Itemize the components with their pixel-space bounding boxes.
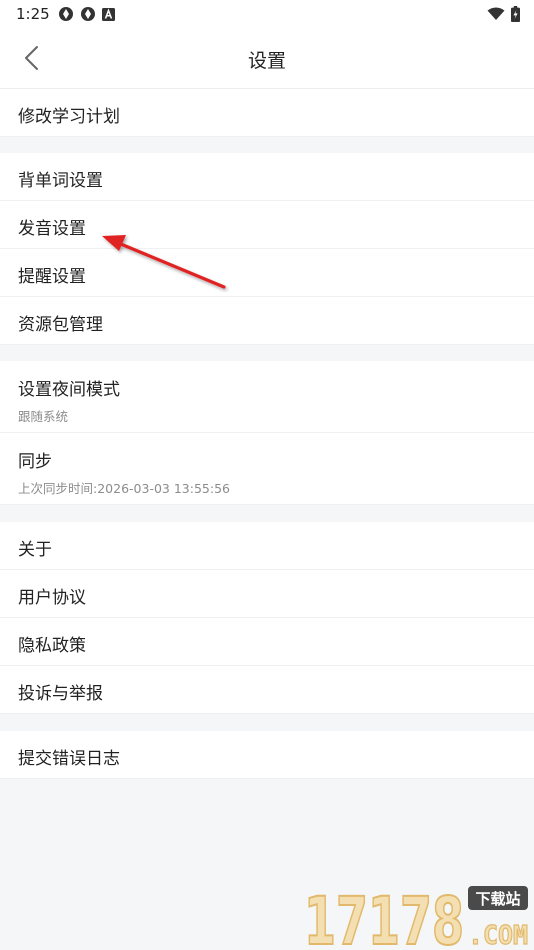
status-bar: 1:25 — [0, 0, 534, 28]
watermark-logo: 17178 下载站 .COM — [304, 884, 529, 948]
settings-item-label: 修改学习计划 — [18, 107, 120, 127]
settings-item-word-settings[interactable]: 背单词设置 — [0, 153, 534, 201]
watermark-number: 17178 — [304, 884, 464, 948]
settings-item-label: 投诉与举报 — [18, 684, 103, 704]
vpn-icon — [81, 7, 95, 21]
battery-charging-icon — [511, 6, 520, 22]
settings-item-subtitle: 跟随系统 — [18, 409, 69, 424]
settings-item-privacy-policy[interactable]: 隐私政策 — [0, 618, 534, 666]
settings-item-report[interactable]: 投诉与举报 — [0, 666, 534, 714]
settings-item-about[interactable]: 关于 — [0, 522, 534, 570]
settings-item-label: 资源包管理 — [18, 315, 103, 335]
settings-item-resource-packs[interactable]: 资源包管理 — [0, 297, 534, 345]
settings-item-study-plan[interactable]: 修改学习计划 — [0, 89, 534, 137]
vpn-icon — [59, 7, 73, 21]
settings-item-user-agreement[interactable]: 用户协议 — [0, 570, 534, 618]
status-icons-left — [58, 6, 115, 22]
settings-item-label: 用户协议 — [18, 588, 86, 608]
settings-item-subtitle: 上次同步时间:2026-03-03 13:55:56 — [18, 481, 230, 496]
settings-item-sync[interactable]: 同步 上次同步时间:2026-03-03 13:55:56 — [0, 433, 534, 505]
settings-item-label: 关于 — [18, 540, 52, 560]
settings-item-label: 背单词设置 — [18, 171, 103, 191]
watermark-badge: 下载站 — [475, 890, 520, 908]
settings-item-pronunciation[interactable]: 发音设置 — [0, 201, 534, 249]
page-title: 设置 — [247, 50, 286, 72]
settings-item-submit-log[interactable]: 提交错误日志 — [0, 731, 534, 779]
nav-bar: 设置 — [0, 28, 534, 89]
settings-item-label: 隐私政策 — [18, 636, 86, 656]
wifi-icon — [487, 7, 505, 20]
settings-item-label: 同步 — [18, 452, 52, 472]
settings-item-label: 提醒设置 — [18, 267, 86, 287]
settings-item-label: 发音设置 — [18, 219, 86, 239]
notification-a-icon — [102, 7, 115, 21]
status-time: 1:25 — [16, 5, 50, 23]
settings-item-label: 提交错误日志 — [18, 749, 120, 769]
settings-item-night-mode[interactable]: 设置夜间模式 跟随系统 — [0, 361, 534, 433]
settings-item-reminder[interactable]: 提醒设置 — [0, 249, 534, 297]
watermark-domain: .COM — [468, 921, 528, 948]
status-icons-right — [487, 6, 520, 22]
settings-item-label: 设置夜间模式 — [18, 380, 120, 400]
